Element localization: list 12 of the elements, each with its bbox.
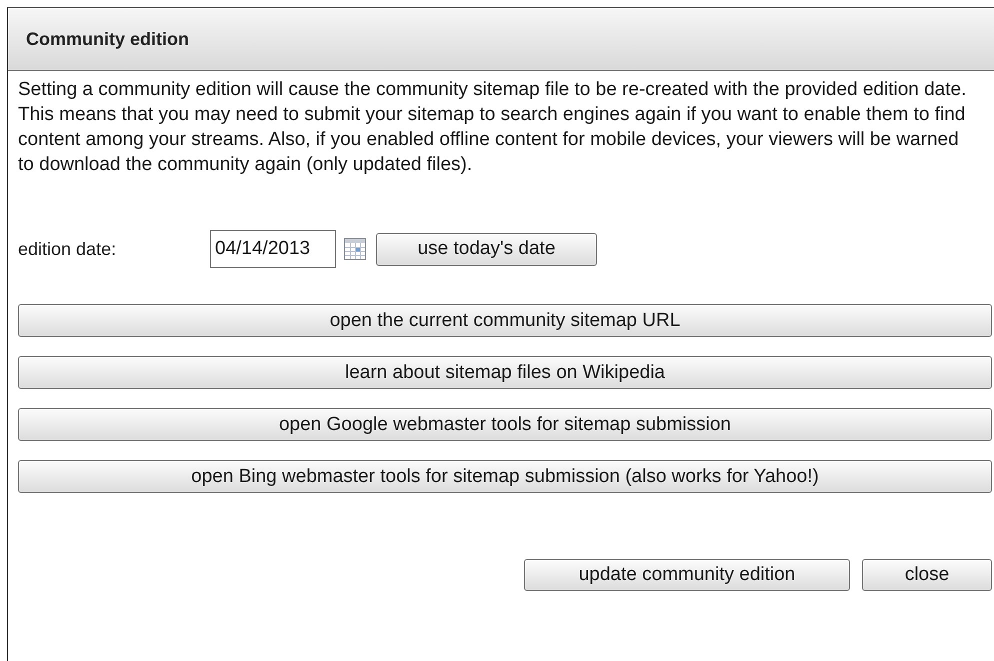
close-button[interactable]: close xyxy=(862,559,992,591)
description-text: Setting a community edition will cause the community sitemap file to be re-created with the provided edition date. This means that you may need to submit your sitemap to search engines again if you want to enable them to find content among your streams. Also, if you enabled offline content for mobile devices, your viewers will be warned to download the community again (only updated files). xyxy=(18,78,968,177)
dialog-title: Community edition xyxy=(26,28,189,50)
link-button[interactable]: open Google webmaster tools for sitemap submission xyxy=(18,408,992,441)
link-button[interactable]: learn about sitemap files on Wikipedia xyxy=(18,356,992,389)
link-button[interactable]: open Bing webmaster tools for sitemap submission (also works for Yahoo!) xyxy=(18,460,992,493)
edition-date-label: edition date: xyxy=(18,238,118,260)
use-today-button[interactable]: use today's date xyxy=(376,232,597,266)
calendar-icon[interactable] xyxy=(344,238,366,260)
update-button[interactable]: update community edition xyxy=(524,559,850,591)
link-button[interactable]: open the current community sitemap URL xyxy=(18,304,992,337)
date-input-field[interactable]: 04/14/2013 xyxy=(210,230,336,268)
